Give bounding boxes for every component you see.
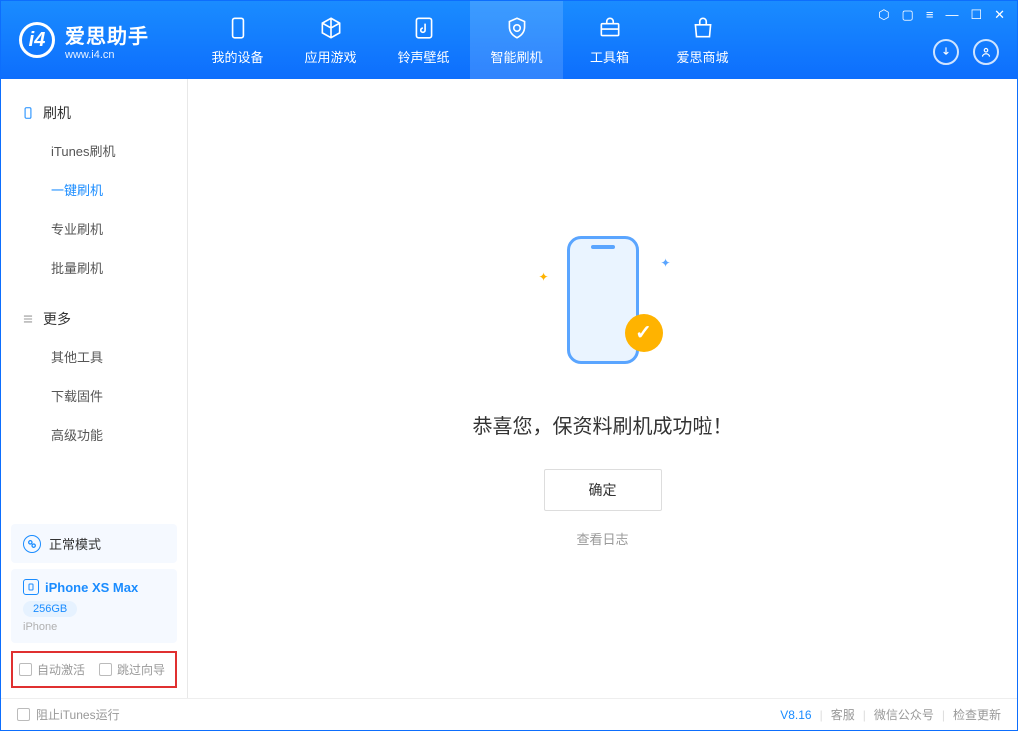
storage-badge: 256GB (23, 601, 77, 617)
mode-label: 正常模式 (49, 534, 101, 553)
sidebar-item-batch-flash[interactable]: 批量刷机 (1, 248, 187, 287)
download-button[interactable] (933, 39, 959, 65)
device-name-row: iPhone XS Max (23, 579, 165, 595)
sidebar-item-other-tools[interactable]: 其他工具 (1, 337, 187, 376)
close-button[interactable]: ✕ (994, 7, 1005, 23)
footer-right: V8.16 | 客服 | 微信公众号 | 检查更新 (780, 706, 1001, 723)
tab-label: 铃声壁纸 (397, 47, 449, 66)
sidebar-item-oneclick-flash[interactable]: 一键刷机 (1, 170, 187, 209)
sidebar: 刷机 iTunes刷机 一键刷机 专业刷机 批量刷机 更多 其他工具 下载固件 … (1, 79, 188, 698)
tab-my-device[interactable]: 我的设备 (191, 1, 284, 79)
footer-link-wechat[interactable]: 微信公众号 (874, 706, 934, 723)
logo-icon: i4 (19, 22, 55, 58)
tab-label: 应用游戏 (304, 47, 356, 66)
checkbox-icon (99, 663, 112, 676)
footer-link-update[interactable]: 检查更新 (953, 706, 1001, 723)
divider: | (820, 708, 823, 722)
minimize-button[interactable]: — (945, 7, 958, 23)
version-label: V8.16 (780, 708, 811, 722)
sparkle-icon: ✦ (660, 256, 670, 270)
account-button[interactable] (973, 39, 999, 65)
checkbox-icon (19, 663, 32, 676)
toolbox-icon (597, 15, 623, 41)
phone-illustration-icon (567, 236, 639, 364)
feedback-icon[interactable]: ▢ (902, 7, 914, 23)
success-message: 恭喜您，保资料刷机成功啦！ (473, 410, 733, 439)
checkbox-auto-activate[interactable]: 自动激活 (19, 661, 85, 678)
tab-label: 我的设备 (211, 47, 263, 66)
tab-label: 智能刷机 (490, 47, 542, 66)
checkbox-label: 自动激活 (37, 661, 85, 678)
flash-options-row: 自动激活 跳过向导 (11, 651, 177, 688)
sidebar-group-flash: 刷机 (1, 95, 187, 131)
sidebar-item-download-firmware[interactable]: 下载固件 (1, 376, 187, 415)
app-subtitle: www.i4.cn (65, 49, 149, 61)
sidebar-group-more: 更多 (1, 301, 187, 337)
device-mode-box[interactable]: 正常模式 (11, 524, 177, 563)
tab-toolbox[interactable]: 工具箱 (563, 1, 656, 79)
tshirt-icon[interactable]: ⬡ (878, 7, 889, 23)
store-icon (690, 15, 716, 41)
app-window: i4 爱思助手 www.i4.cn 我的设备 应用游戏 铃声壁纸 智能刷机 (0, 0, 1018, 731)
divider: | (942, 708, 945, 722)
sidebar-item-advanced[interactable]: 高级功能 (1, 415, 187, 454)
device-info-box[interactable]: iPhone XS Max 256GB iPhone (11, 569, 177, 643)
cube-icon (318, 15, 344, 41)
sidebar-bottom: 正常模式 iPhone XS Max 256GB iPhone 自 (1, 518, 187, 698)
checkbox-skip-guide[interactable]: 跳过向导 (99, 661, 165, 678)
header: i4 爱思助手 www.i4.cn 我的设备 应用游戏 铃声壁纸 智能刷机 (1, 1, 1017, 79)
music-file-icon (411, 15, 437, 41)
app-title: 爱思助手 (65, 20, 149, 49)
download-icon (939, 45, 953, 59)
body-area: 刷机 iTunes刷机 一键刷机 专业刷机 批量刷机 更多 其他工具 下载固件 … (1, 79, 1017, 698)
footer: 阻止iTunes运行 V8.16 | 客服 | 微信公众号 | 检查更新 (1, 698, 1017, 730)
checkbox-label: 跳过向导 (117, 661, 165, 678)
phone-icon (21, 106, 35, 120)
maximize-button[interactable]: ☐ (970, 7, 982, 23)
sparkle-icon: ✦ (539, 270, 549, 284)
window-controls: ⬡ ▢ ≡ — ☐ ✕ (878, 7, 1005, 23)
success-illustration: ✦ ✦ ✓ (533, 230, 673, 370)
device-phone-icon (23, 579, 39, 595)
view-log-link[interactable]: 查看日志 (576, 529, 628, 548)
header-right: ⬡ ▢ ≡ — ☐ ✕ (878, 1, 1005, 79)
logo-text: 爱思助手 www.i4.cn (65, 20, 149, 61)
checkbox-icon (17, 708, 30, 721)
tab-ringtones[interactable]: 铃声壁纸 (377, 1, 470, 79)
tab-label: 爱思商城 (676, 47, 728, 66)
nav-tabs: 我的设备 应用游戏 铃声壁纸 智能刷机 工具箱 爱思商城 (191, 1, 749, 79)
tab-store[interactable]: 爱思商城 (656, 1, 749, 79)
checkbox-label: 阻止iTunes运行 (36, 706, 120, 723)
mode-icon (23, 535, 41, 553)
main-content: ✦ ✦ ✓ 恭喜您，保资料刷机成功啦！ 确定 查看日志 (188, 79, 1017, 698)
group-label: 更多 (43, 309, 71, 329)
tab-label: 工具箱 (590, 47, 629, 66)
sidebar-scroll: 刷机 iTunes刷机 一键刷机 专业刷机 批量刷机 更多 其他工具 下载固件 … (1, 79, 187, 518)
checkbox-block-itunes[interactable]: 阻止iTunes运行 (17, 706, 120, 723)
ok-button[interactable]: 确定 (544, 469, 662, 511)
tab-smart-flash[interactable]: 智能刷机 (470, 1, 563, 79)
header-action-icons (933, 39, 1005, 73)
logo-area: i4 爱思助手 www.i4.cn (1, 20, 191, 61)
menu-icon[interactable]: ≡ (926, 7, 934, 23)
group-label: 刷机 (43, 103, 71, 123)
device-name: iPhone XS Max (45, 580, 138, 595)
refresh-shield-icon (504, 15, 530, 41)
list-icon (21, 312, 35, 326)
sidebar-item-pro-flash[interactable]: 专业刷机 (1, 209, 187, 248)
device-type: iPhone (23, 621, 165, 633)
divider: | (863, 708, 866, 722)
footer-link-service[interactable]: 客服 (831, 706, 855, 723)
user-icon (979, 45, 993, 59)
tab-apps-games[interactable]: 应用游戏 (284, 1, 377, 79)
device-icon (225, 15, 251, 41)
sidebar-item-itunes-flash[interactable]: iTunes刷机 (1, 131, 187, 170)
checkmark-badge-icon: ✓ (625, 314, 663, 352)
